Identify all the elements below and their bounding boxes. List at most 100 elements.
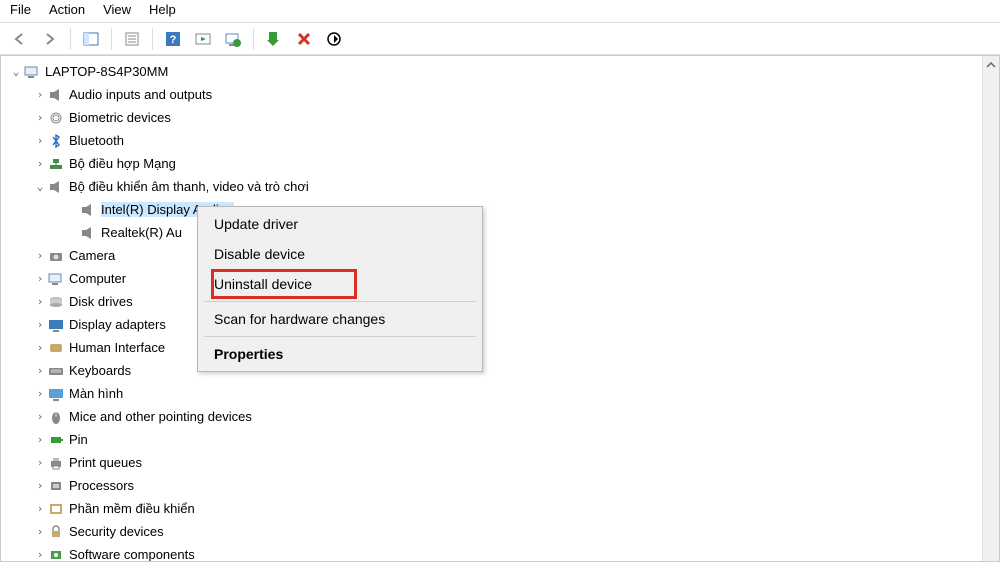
- speaker-icon: [79, 202, 97, 218]
- printer-icon: [47, 455, 65, 471]
- context-separator: [204, 336, 476, 337]
- tree-category[interactable]: › Human Interface: [5, 336, 999, 359]
- menu-bar: File Action View Help: [0, 0, 1000, 23]
- expand-arrow-icon[interactable]: ›: [33, 88, 47, 101]
- tree-category-label: Disk drives: [69, 294, 141, 309]
- tree-category-label: Bộ điều khiển âm thanh, video và trò chơ…: [69, 179, 317, 194]
- battery-icon: [47, 432, 65, 448]
- expand-arrow-icon[interactable]: ›: [33, 157, 47, 170]
- tree-category[interactable]: › Processors: [5, 474, 999, 497]
- context-scan-hardware[interactable]: Scan for hardware changes: [200, 304, 480, 334]
- tree-category[interactable]: › Bộ điều hợp Mạng: [5, 152, 999, 175]
- expand-arrow-icon[interactable]: ›: [33, 433, 47, 446]
- expand-arrow-icon[interactable]: ›: [33, 364, 47, 377]
- expand-arrow-icon[interactable]: ›: [33, 272, 47, 285]
- expand-arrow-icon[interactable]: ›: [33, 387, 47, 400]
- enable-device-button[interactable]: [190, 26, 216, 52]
- tree-category[interactable]: ⌄ Bộ điều khiển âm thanh, video và trò ch…: [5, 175, 999, 198]
- hid-icon: [47, 340, 65, 356]
- red-x-icon: [296, 31, 312, 47]
- expand-arrow-icon[interactable]: ›: [33, 134, 47, 147]
- menu-file[interactable]: File: [10, 2, 31, 17]
- tree-category[interactable]: ›Computer: [5, 267, 999, 290]
- help-icon: ?: [165, 31, 181, 47]
- help-button[interactable]: ?: [160, 26, 186, 52]
- scan-hardware-button[interactable]: [321, 26, 347, 52]
- tree-category[interactable]: › Security devices: [5, 520, 999, 543]
- menu-view[interactable]: View: [103, 2, 131, 17]
- tree-device[interactable]: Intel(R) Display Audio: [5, 198, 999, 221]
- expand-arrow-icon[interactable]: ›: [33, 318, 47, 331]
- tree-category-label: Security devices: [69, 524, 172, 539]
- mouse-icon: [47, 409, 65, 425]
- tree-category[interactable]: › Audio inputs and outputs: [5, 83, 999, 106]
- expand-arrow-icon[interactable]: ›: [33, 341, 47, 354]
- expand-arrow-icon[interactable]: ⌄: [9, 65, 23, 78]
- cpu-icon: [47, 478, 65, 494]
- expand-arrow-icon[interactable]: ›: [33, 410, 47, 423]
- forward-button[interactable]: [37, 26, 63, 52]
- tree-root[interactable]: ⌄ LAPTOP-8S4P30MM: [5, 60, 999, 83]
- expand-arrow-icon[interactable]: ›: [33, 479, 47, 492]
- menu-action[interactable]: Action: [49, 2, 85, 17]
- back-button[interactable]: [7, 26, 33, 52]
- tree-category-label: Phần mềm điều khiển: [69, 501, 203, 516]
- uninstall-device-button[interactable]: [291, 26, 317, 52]
- tree-category[interactable]: ›Camera: [5, 244, 999, 267]
- tree-category-label: Mice and other pointing devices: [69, 409, 260, 424]
- tree-category-label: Human Interface: [69, 340, 173, 355]
- scroll-up-button[interactable]: [983, 56, 999, 73]
- expand-arrow-icon[interactable]: ›: [33, 548, 47, 561]
- tree-category[interactable]: ›Print queues: [5, 451, 999, 474]
- expand-arrow-icon[interactable]: ›: [33, 525, 47, 538]
- arrow-left-icon: [12, 32, 28, 46]
- tree-device[interactable]: Realtek(R) Au: [5, 221, 999, 244]
- toolbar-separator: [152, 28, 153, 50]
- expand-arrow-icon[interactable]: ⌄: [33, 180, 47, 193]
- context-uninstall-device[interactable]: Uninstall device: [200, 269, 480, 299]
- disk-icon: [47, 294, 65, 310]
- device-tree: ⌄ LAPTOP-8S4P30MM › Audio inputs and outp…: [1, 56, 999, 561]
- context-update-driver[interactable]: Update driver: [200, 209, 480, 239]
- chevron-up-icon: [986, 60, 996, 70]
- keyboard-icon: [47, 363, 65, 379]
- context-disable-device[interactable]: Disable device: [200, 239, 480, 269]
- computer-icon: [23, 64, 41, 80]
- play-monitor-icon: [195, 32, 211, 46]
- toolbar: ?: [0, 23, 1000, 55]
- expand-arrow-icon[interactable]: ›: [33, 456, 47, 469]
- vertical-scrollbar[interactable]: [982, 56, 999, 561]
- camera-icon: [47, 248, 65, 264]
- tree-category[interactable]: › Disk drives: [5, 290, 999, 313]
- tree-category[interactable]: ›Bluetooth: [5, 129, 999, 152]
- tree-category[interactable]: › Phần mềm điều khiển: [5, 497, 999, 520]
- tree-category[interactable]: ›Pin: [5, 428, 999, 451]
- context-properties[interactable]: Properties: [200, 339, 480, 369]
- tree-root-label: LAPTOP-8S4P30MM: [45, 64, 176, 79]
- context-separator: [204, 301, 476, 302]
- tree-category-label: Processors: [69, 478, 142, 493]
- tree-category[interactable]: ›Màn hình: [5, 382, 999, 405]
- tree-category-label: Bộ điều hợp Mạng: [69, 156, 184, 171]
- tree-category[interactable]: ›Keyboards: [5, 359, 999, 382]
- expand-arrow-icon[interactable]: ›: [33, 111, 47, 124]
- expand-arrow-icon[interactable]: ›: [33, 249, 47, 262]
- update-driver-button[interactable]: [220, 26, 246, 52]
- tree-category[interactable]: › Mice and other pointing devices: [5, 405, 999, 428]
- tree-category-label: Software components: [69, 547, 203, 561]
- disable-device-button[interactable]: [261, 26, 287, 52]
- component-icon: [47, 547, 65, 562]
- tree-category[interactable]: ›Display adapters: [5, 313, 999, 336]
- expand-arrow-icon[interactable]: ›: [33, 502, 47, 515]
- show-hide-console-button[interactable]: [78, 26, 104, 52]
- tree-category-label: Audio inputs and outputs: [69, 87, 220, 102]
- computer-icon: [47, 271, 65, 287]
- device-tree-panel: ⌄ LAPTOP-8S4P30MM › Audio inputs and outp…: [0, 55, 1000, 562]
- monitor-icon: [47, 386, 65, 402]
- properties-button[interactable]: [119, 26, 145, 52]
- tree-category[interactable]: › Software components: [5, 543, 999, 561]
- tree-category[interactable]: ›Biometric devices: [5, 106, 999, 129]
- monitor-refresh-icon: [225, 31, 241, 47]
- expand-arrow-icon[interactable]: ›: [33, 295, 47, 308]
- menu-help[interactable]: Help: [149, 2, 176, 17]
